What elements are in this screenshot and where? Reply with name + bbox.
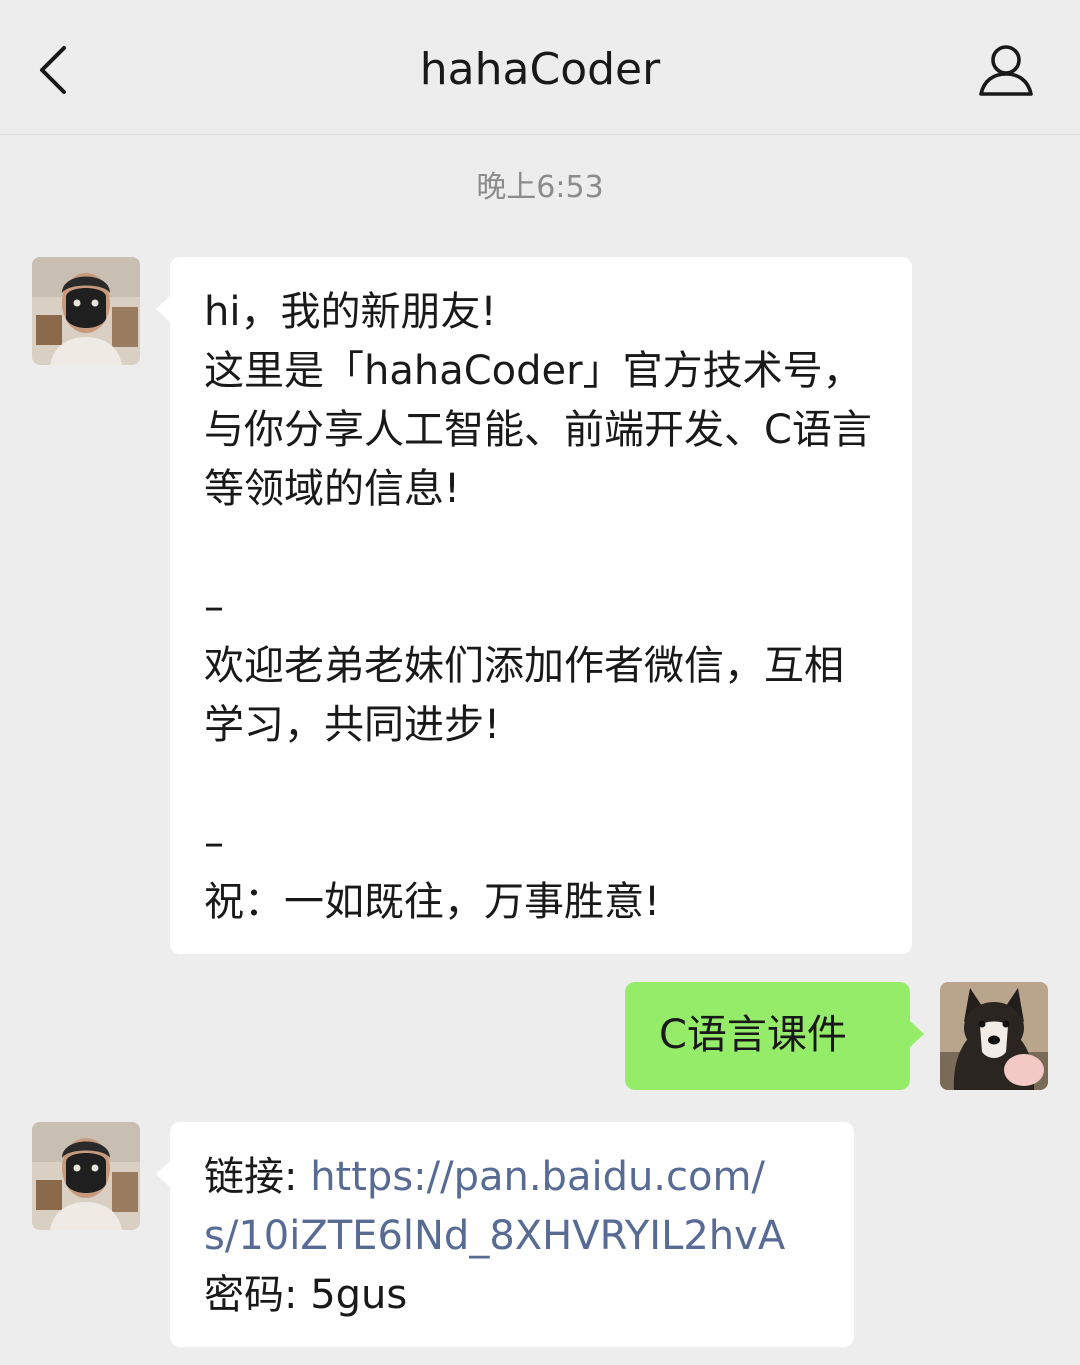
contact-avatar-image [32,1122,140,1230]
message-timestamp: 晚上6:53 [476,170,604,205]
message-text: 祝：一如既往，万事胜意! [204,879,661,925]
password-line: 密码: 5gus [204,1266,824,1325]
download-link-continued[interactable]: s/10iZTE6lNd_8XHVRYIL2hvA [204,1207,824,1266]
chevron-left-icon [40,46,66,94]
top-nav-bar: hahaCoder [0,0,1080,135]
message-text: 这里是「hahaCoder」官方技术号，与你分享人工智能、前端开发、C语言等领域… [204,348,872,512]
password-label: 密码: [204,1272,311,1318]
message-divider-dash: – [204,584,224,630]
user-avatar-image [940,982,1048,1090]
link-label: 链接: [204,1154,311,1200]
contact-avatar-image [32,257,140,365]
back-button[interactable] [22,30,86,110]
contact-avatar[interactable] [32,1122,140,1230]
link-line: 链接: https://pan.baidu.com/ [204,1148,824,1207]
contact-avatar[interactable] [32,257,140,365]
incoming-message-bubble[interactable]: hi，我的新朋友! 这里是「hahaCoder」官方技术号，与你分享人工智能、前… [156,257,912,954]
message-text: C语言课件 [659,1012,847,1058]
person-icon [979,45,1033,96]
chat-info-button[interactable] [968,32,1044,108]
chat-screen: hahaCoder 晚上6:53 hi，我的新朋友! 这里是「hahaCoder… [0,0,1080,1365]
incoming-message-bubble[interactable]: 链接: https://pan.baidu.com/ s/10iZTE6lNd_… [156,1122,854,1347]
outgoing-message-bubble[interactable]: C语言课件 [625,982,924,1090]
message-text: hi，我的新朋友! [204,289,497,335]
message-text: 欢迎老弟老妹们添加作者微信，互相学习，共同进步! [204,643,844,748]
user-avatar[interactable] [940,982,1048,1090]
download-link[interactable]: https://pan.baidu.com/ [310,1154,765,1200]
message-divider-dash: – [204,820,224,866]
password-value: 5gus [310,1272,408,1318]
chat-title: hahaCoder [419,44,661,95]
